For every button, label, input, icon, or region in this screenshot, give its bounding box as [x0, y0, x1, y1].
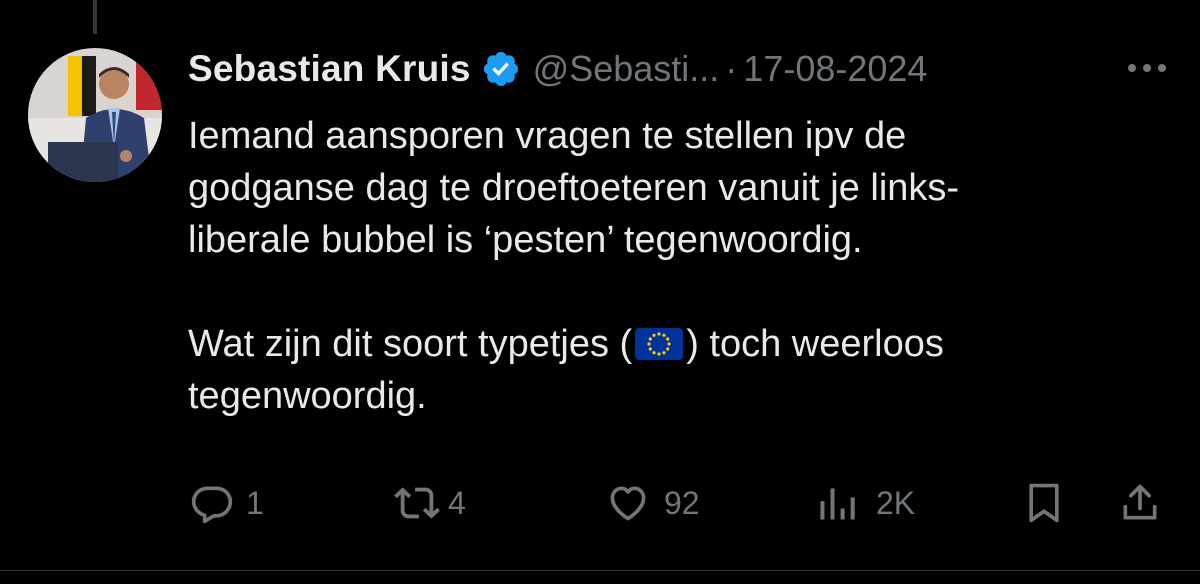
repost-icon — [394, 480, 440, 526]
repost-count: 4 — [448, 484, 466, 521]
avatar[interactable] — [28, 48, 162, 182]
tweet-date[interactable]: 17-08-2024 — [743, 48, 927, 90]
bookmark-button[interactable] — [1022, 478, 1066, 528]
reply-icon — [190, 481, 234, 525]
share-button[interactable] — [1118, 478, 1162, 528]
eu-flag-icon — [634, 324, 684, 360]
analytics-icon — [814, 481, 858, 525]
repost-button[interactable]: 4 — [394, 478, 466, 528]
more-options-icon[interactable] — [1124, 56, 1170, 80]
bookmark-icon — [1022, 480, 1066, 526]
tweet-text-line: godganse dag te droeftoeteren vanuit je … — [188, 167, 960, 209]
divider — [0, 570, 1200, 571]
tweet-text: Iemand aansporen vragen te stellen ipv d… — [188, 110, 1178, 422]
views-button[interactable]: 2K — [814, 478, 915, 528]
reply-button[interactable]: 1 — [190, 478, 264, 528]
like-button[interactable]: 92 — [606, 478, 700, 528]
tweet-text-line: Iemand aansporen vragen te stellen ipv d… — [188, 115, 907, 157]
separator-dot: · — [725, 48, 738, 89]
heart-icon — [606, 481, 650, 525]
thread-connector-line — [93, 0, 97, 34]
author-display-name[interactable]: Sebastian Kruis — [188, 48, 471, 90]
tweet-text-line: Wat zijn dit soort typetjes ( ) toch wee… — [188, 318, 1178, 370]
tweet-actions-bar: 1 4 92 2K — [190, 478, 1170, 528]
tweet-text-line: tegenwoordig. — [188, 375, 427, 417]
share-icon — [1118, 480, 1162, 526]
reply-count: 1 — [246, 484, 264, 521]
tweet-text-line: liberale bubbel is ‘pesten’ tegenwoordig… — [188, 219, 863, 261]
verified-badge-icon — [481, 49, 521, 89]
tweet-header: Sebastian Kruis @Sebasti... · 17-08-2024 — [188, 44, 927, 94]
tweet-text-segment: ) toch weerloos — [686, 323, 944, 365]
author-handle[interactable]: @Sebasti... — [533, 48, 720, 90]
view-count: 2K — [876, 484, 916, 521]
tweet-text-segment: Wat zijn dit soort typetjes ( — [188, 323, 633, 365]
like-count: 92 — [664, 484, 700, 521]
